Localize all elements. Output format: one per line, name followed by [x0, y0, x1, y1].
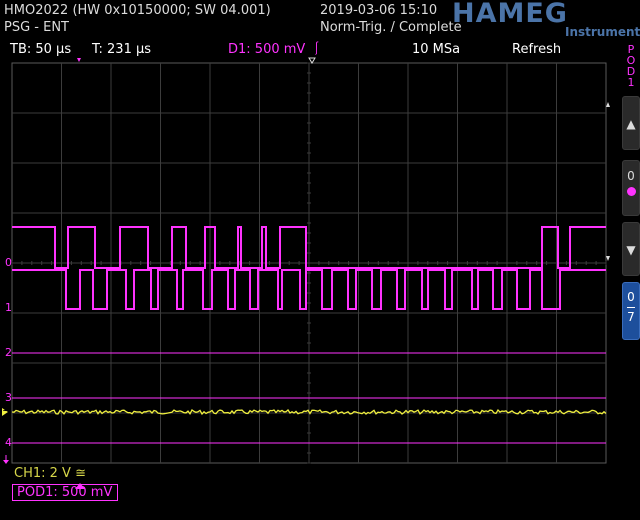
lower-scroll-marker [606, 256, 610, 261]
bit-range-button[interactable]: 0 7 [622, 282, 640, 340]
pod1-scale-readout[interactable]: POD1: 500 mV [12, 484, 118, 501]
channel-label-3: 3 [5, 391, 12, 404]
channel-label-0: 0 [5, 256, 12, 269]
trigger-position-marker [77, 58, 81, 62]
channel-label-1: 1 [5, 301, 12, 314]
pod-active-dot-icon [626, 187, 636, 196]
ch1-marker-label: 1 [2, 404, 8, 414]
zero-label: 0 [627, 169, 635, 183]
center-marker [308, 57, 316, 64]
graticule-grid [11, 62, 607, 464]
zero-offset-button[interactable]: 0 [622, 160, 640, 216]
channel-label-2: 2 [5, 346, 12, 359]
down-arrow-icon: ▼ [626, 243, 636, 257]
up-arrow-icon: ▲ [626, 117, 636, 131]
range-top-label: 0 [627, 290, 635, 304]
range-divider [627, 307, 635, 308]
waveform-display[interactable] [0, 0, 640, 520]
scroll-down-button[interactable]: ▼ [622, 222, 640, 276]
channel-label-4: 4 [5, 436, 12, 449]
pod-label-1: 1 [627, 76, 635, 89]
range-bottom-label: 7 [627, 310, 635, 324]
upper-scroll-marker [606, 102, 610, 107]
ch1-scale-readout[interactable]: CH1: 2 V ≅ [14, 466, 86, 481]
scroll-up-button[interactable]: ▲ [622, 96, 640, 150]
bottom-arrow-icon [3, 460, 9, 464]
